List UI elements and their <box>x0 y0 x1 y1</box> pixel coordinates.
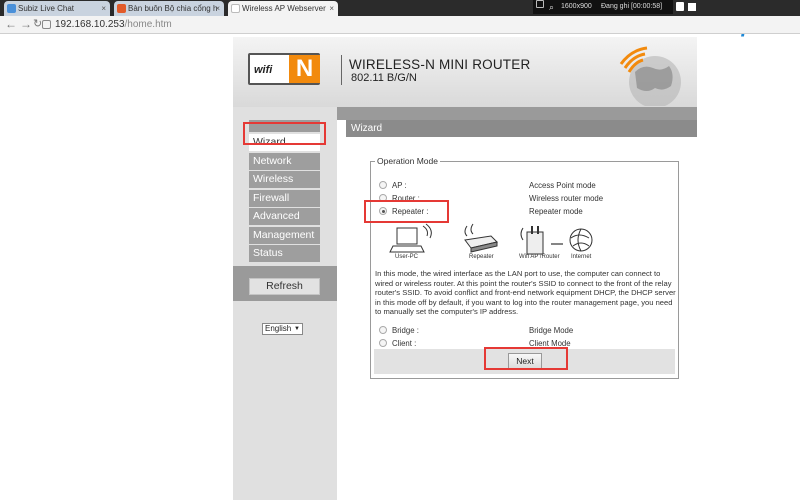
wifi-router-icon <box>520 226 544 255</box>
repeater-device-icon <box>464 223 498 253</box>
repeater-topology-diagram: User-PC Repeater Wifi AP /Router Interne… <box>383 222 613 268</box>
repeater-mode-description: In this mode, the wired interface as the… <box>375 269 676 317</box>
dropdown-arrow-icon: ▼ <box>294 326 300 332</box>
close-icon[interactable]: × <box>101 1 106 16</box>
close-icon[interactable]: × <box>329 1 334 16</box>
camera-icon[interactable] <box>676 2 684 11</box>
tab-subiz-live-chat[interactable]: Subiz Live Chat × <box>4 1 110 16</box>
sidebar-item-firewall[interactable]: Firewall <box>249 190 320 207</box>
mode-option-bridge[interactable]: Bridge : Bridge Mode <box>379 325 669 336</box>
tab-wireless-ap-webserver[interactable]: Wireless AP Webserver × <box>228 1 338 16</box>
mode-desc: Bridge Mode <box>529 326 574 335</box>
chat-favicon-icon <box>7 4 16 13</box>
sidebar-item-wireless[interactable]: Wireless <box>249 171 320 188</box>
laptop-icon <box>389 227 425 253</box>
mode-label: Bridge : <box>392 326 419 335</box>
diagram-label-user-pc: User-PC <box>395 254 419 260</box>
screen-recorder-bar: ⌕ 1600x900 Đang ghi [00:00:58] <box>533 0 673 14</box>
sidebar-item-network[interactable]: Network <box>249 153 320 170</box>
router-admin-page: wifi N WIRELESS-N MINI ROUTER 802.11 B/G… <box>233 37 697 500</box>
browser-address-bar: ← → ↻ 192.168.10.253/home.htm <box>0 16 800 34</box>
highlight-wizard <box>243 122 326 145</box>
radio-bridge[interactable] <box>379 326 387 334</box>
mode-label: Client : <box>392 339 417 348</box>
reload-icon[interactable]: ↻ <box>33 17 42 30</box>
tab-ban-buon[interactable]: Bàn buôn Bộ chia cổng h × <box>114 1 224 16</box>
radio-client[interactable] <box>379 339 387 347</box>
page-favicon-icon <box>231 4 240 13</box>
sidebar: Wizard Network Wireless Firewall Advance… <box>233 107 337 500</box>
highlight-repeater <box>364 200 449 223</box>
mode-label: AP : <box>392 181 407 190</box>
search-icon[interactable]: ⌕ <box>549 0 554 14</box>
forward-arrow-icon[interactable]: → <box>20 17 32 31</box>
close-icon[interactable]: × <box>215 1 220 16</box>
mode-desc: Repeater mode <box>529 207 583 216</box>
tab-label: Wireless AP Webserver <box>242 4 326 13</box>
sidebar-item-management[interactable]: Management <box>249 227 320 244</box>
logo-n-letter: N <box>289 55 320 83</box>
window-icon[interactable] <box>536 0 544 8</box>
stop-icon[interactable] <box>688 3 696 11</box>
url-host: 192.168.10.253 <box>55 19 125 30</box>
mode-option-ap[interactable]: AP : Access Point mode <box>379 180 669 191</box>
sidebar-item-status[interactable]: Status <box>249 245 320 262</box>
header-divider <box>341 55 342 85</box>
section-title-bar: Wizard <box>346 120 697 137</box>
diagram-label-wifi-router: Wifi AP /Router <box>519 254 560 260</box>
sidebar-item-advanced[interactable]: Advanced <box>249 208 320 225</box>
page-info-icon[interactable] <box>42 20 51 29</box>
url-path: /home.htm <box>124 19 172 30</box>
refresh-button[interactable]: Refresh <box>249 278 320 295</box>
radio-ap[interactable] <box>379 181 387 189</box>
language-value: English <box>265 324 292 333</box>
tab-label: Bàn buôn Bộ chia cổng h <box>128 4 218 13</box>
globe-icon <box>619 46 681 106</box>
url-input[interactable]: 192.168.10.253/home.htm <box>55 18 172 32</box>
router-title: WIRELESS-N MINI ROUTER <box>349 57 531 72</box>
back-arrow-icon[interactable]: ← <box>5 17 17 31</box>
wifi-n-logo: wifi N <box>248 53 320 85</box>
mode-desc: Access Point mode <box>529 181 596 190</box>
language-select[interactable]: English ▼ <box>262 323 303 335</box>
shop-favicon-icon <box>117 4 126 13</box>
diagram-label-internet: Internet <box>571 254 592 260</box>
diagram-label-repeater: Repeater <box>469 254 494 260</box>
internet-globe-icon <box>569 228 593 252</box>
highlight-next <box>484 347 568 370</box>
empty-right-area <box>697 37 800 500</box>
recorder-controls <box>676 2 700 13</box>
mode-desc: Wireless router mode <box>529 194 604 203</box>
operation-mode-legend: Operation Mode <box>375 156 440 166</box>
recorder-status: Đang ghi [00:00:58] <box>601 3 663 10</box>
router-subtitle: 802.11 B/G/N <box>351 72 417 84</box>
logo-wifi-text: wifi <box>254 64 273 76</box>
tab-label: Subiz Live Chat <box>18 4 75 13</box>
router-header: wifi N WIRELESS-N MINI ROUTER 802.11 B/G… <box>233 37 697 107</box>
recorder-resolution: 1600x900 <box>561 3 592 10</box>
